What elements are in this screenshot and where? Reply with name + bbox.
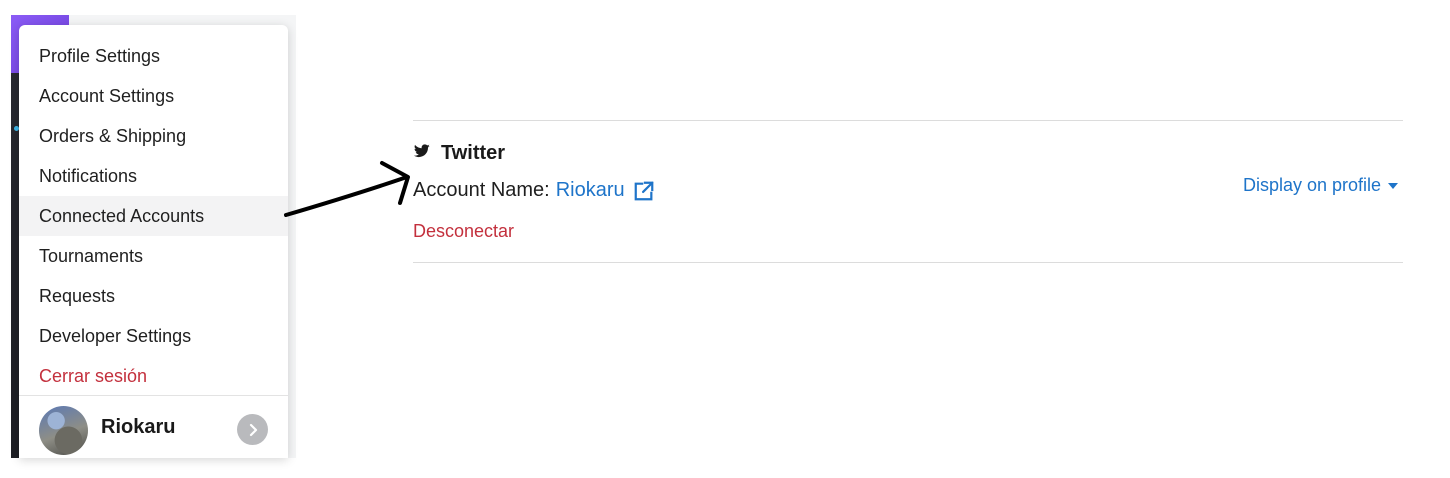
disconnect-button[interactable]: Desconectar	[413, 221, 514, 242]
user-dropdown-menu: Profile Settings Account Settings Orders…	[19, 25, 288, 458]
account-name-link[interactable]: Riokaru	[556, 179, 625, 202]
menu-item-logout[interactable]: Cerrar sesión	[19, 356, 288, 396]
menu-item-tournaments[interactable]: Tournaments	[19, 236, 288, 276]
display-on-profile-label: Display on profile	[1243, 175, 1382, 195]
panel-divider-bottom	[413, 262, 1403, 263]
menu-item-requests[interactable]: Requests	[19, 276, 288, 316]
panel-divider-top	[413, 120, 1403, 121]
avatar	[39, 406, 88, 455]
chevron-right-glyph	[249, 423, 257, 436]
twitter-bird-icon	[414, 144, 430, 158]
caret-down-icon	[1388, 182, 1399, 189]
external-link-icon[interactable]	[633, 180, 655, 202]
menu-user-footer[interactable]: Riokaru	[19, 395, 288, 458]
menu-item-developer-settings[interactable]: Developer Settings	[19, 316, 288, 356]
chevron-right-icon[interactable]	[237, 414, 268, 445]
footer-username: Riokaru	[101, 416, 176, 438]
display-on-profile-dropdown[interactable]: Display on profile	[1243, 175, 1399, 196]
account-name-label: Account Name:	[413, 179, 550, 201]
menu-item-profile-settings[interactable]: Profile Settings	[19, 36, 288, 76]
menu-item-orders-shipping[interactable]: Orders & Shipping	[19, 116, 288, 156]
menu-item-account-settings[interactable]: Account Settings	[19, 76, 288, 116]
annotation-arrow	[284, 161, 410, 217]
menu-item-notifications[interactable]: Notifications	[19, 156, 288, 196]
service-name: Twitter	[441, 142, 506, 164]
menu-item-connected-accounts[interactable]: Connected Accounts	[19, 196, 288, 236]
account-name-row: Account Name: Riokaru	[413, 179, 655, 202]
menu-list: Profile Settings Account Settings Orders…	[19, 36, 288, 396]
